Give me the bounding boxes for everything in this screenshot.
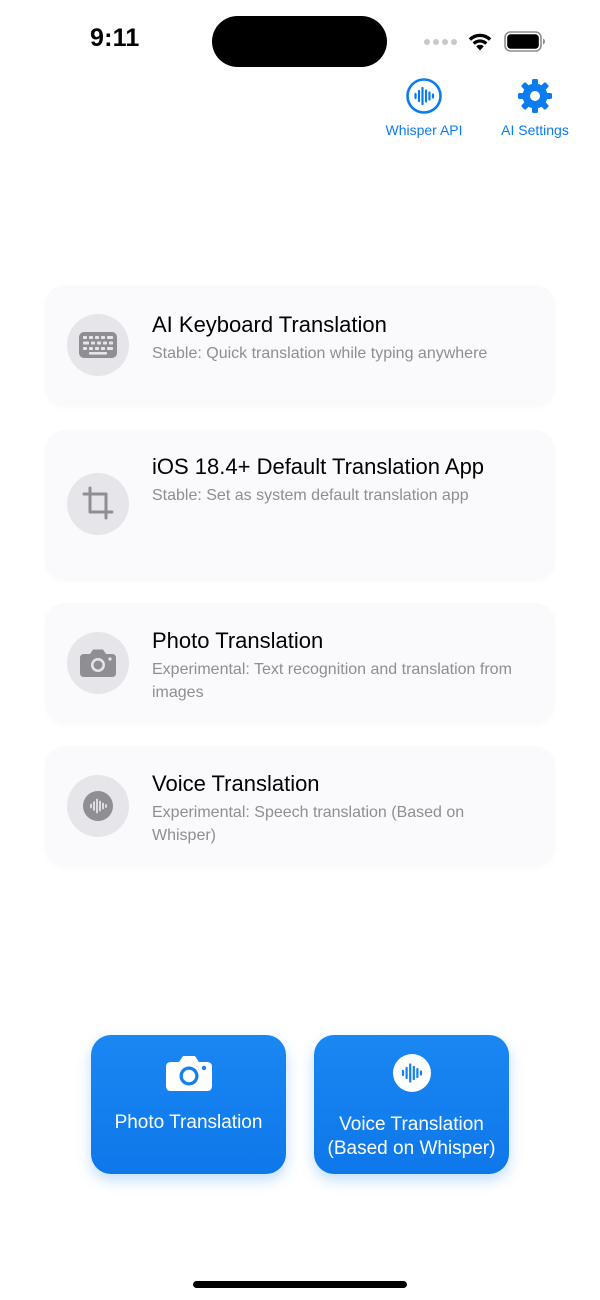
feature-title: Voice Translation: [152, 771, 320, 796]
photo-translation-label: Photo Translation: [114, 1112, 263, 1133]
crop-icon: [67, 473, 129, 535]
waveform-circle-icon: [67, 775, 129, 837]
battery-icon: [504, 31, 545, 52]
keyboard-icon: [67, 314, 129, 376]
whisper-api-label: Whisper API: [385, 122, 463, 138]
whisper-api-button[interactable]: Whisper API: [383, 76, 465, 138]
waveform-circle-icon: [404, 76, 444, 116]
gear-icon: [515, 76, 555, 116]
feature-title: AI Keyboard Translation: [152, 312, 387, 337]
photo-translation-button[interactable]: Photo Translation: [91, 1035, 286, 1174]
feature-subtitle: Stable: Set as system default translatio…: [152, 487, 469, 504]
feature-text: iOS 18.4+ Default Translation App Stable…: [152, 451, 522, 508]
voice-translation-button[interactable]: Voice Translation (Based on Whisper): [314, 1035, 509, 1174]
status-time: 9:11: [90, 24, 140, 52]
status-indicators: [424, 28, 550, 54]
feature-card-voice[interactable]: Voice Translation Experimental: Speech t…: [45, 746, 555, 866]
home-indicator[interactable]: [193, 1281, 407, 1288]
feature-subtitle: Stable: Quick translation while typing a…: [152, 345, 488, 362]
camera-icon: [67, 632, 129, 694]
waveform-circle-icon: [314, 1053, 509, 1093]
feature-title: Photo Translation: [152, 628, 324, 653]
feature-card-photo[interactable]: Photo Translation Experimental: Text rec…: [45, 603, 555, 723]
camera-icon: [91, 1053, 286, 1093]
feature-text: Photo Translation Experimental: Text rec…: [152, 625, 522, 704]
voice-translation-label: Voice Translation (Based on Whisper): [327, 1114, 496, 1159]
feature-card-default-translation[interactable]: iOS 18.4+ Default Translation App Stable…: [45, 430, 555, 580]
ai-settings-label: AI Settings: [501, 122, 569, 138]
wifi-icon: [468, 33, 492, 51]
feature-text: AI Keyboard Translation Stable: Quick tr…: [152, 309, 522, 366]
ai-settings-button[interactable]: AI Settings: [498, 76, 572, 138]
feature-title: iOS 18.4+ Default Translation App: [152, 454, 485, 479]
dynamic-island: [212, 16, 387, 67]
feature-text: Voice Translation Experimental: Speech t…: [152, 768, 522, 847]
cellular-signal-icon: [424, 39, 458, 47]
feature-subtitle: Experimental: Text recognition and trans…: [152, 661, 512, 701]
feature-card-keyboard[interactable]: AI Keyboard Translation Stable: Quick tr…: [45, 285, 555, 406]
feature-subtitle: Experimental: Speech translation (Based …: [152, 804, 465, 844]
